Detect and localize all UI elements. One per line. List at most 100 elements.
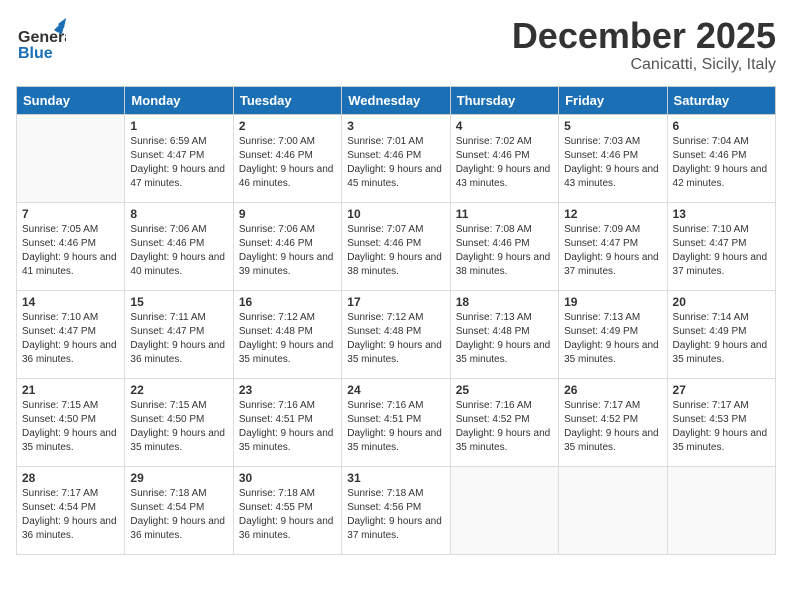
- day-number: 9: [239, 207, 336, 221]
- day-number: 25: [456, 383, 553, 397]
- day-number: 28: [22, 471, 119, 485]
- day-info: Sunrise: 7:17 AMSunset: 4:52 PMDaylight:…: [564, 399, 661, 455]
- day-number: 7: [22, 207, 119, 221]
- location: Canicatti, Sicily, Italy: [512, 56, 776, 74]
- day-info: Sunrise: 7:04 AMSunset: 4:46 PMDaylight:…: [673, 135, 770, 191]
- calendar-cell: 4 Sunrise: 7:02 AMSunset: 4:46 PMDaylight…: [450, 114, 558, 202]
- day-number: 12: [564, 207, 661, 221]
- calendar-cell: 8 Sunrise: 7:06 AMSunset: 4:46 PMDaylight…: [125, 202, 233, 290]
- calendar-body: 1 Sunrise: 6:59 AMSunset: 4:47 PMDaylight…: [17, 114, 776, 554]
- calendar-cell: 29 Sunrise: 7:18 AMSunset: 4:54 PMDayligh…: [125, 466, 233, 554]
- title-block: December 2025 Canicatti, Sicily, Italy: [512, 16, 776, 74]
- day-info: Sunrise: 7:16 AMSunset: 4:52 PMDaylight:…: [456, 399, 553, 455]
- day-info: Sunrise: 7:09 AMSunset: 4:47 PMDaylight:…: [564, 223, 661, 279]
- calendar-cell: 27Sunrise: 7:17 AMSunset: 4:53 PMDayligh…: [667, 378, 775, 466]
- day-info: Sunrise: 7:16 AMSunset: 4:51 PMDaylight:…: [239, 399, 336, 455]
- day-info: Sunrise: 7:06 AMSunset: 4:46 PMDaylight:…: [130, 223, 227, 279]
- day-info: Sunrise: 7:15 AMSunset: 4:50 PMDaylight:…: [130, 399, 227, 455]
- day-info: Sunrise: 7:01 AMSunset: 4:46 PMDaylight:…: [347, 135, 444, 191]
- calendar-cell: 28 Sunrise: 7:17 AMSunset: 4:54 PMDayligh…: [17, 466, 125, 554]
- day-info: Sunrise: 7:14 AMSunset: 4:49 PMDaylight:…: [673, 311, 770, 367]
- weekday-saturday: Saturday: [667, 86, 775, 114]
- weekday-header-row: SundayMondayTuesdayWednesdayThursdayFrid…: [17, 86, 776, 114]
- day-info: Sunrise: 7:17 AMSunset: 4:54 PMDaylight:…: [22, 487, 119, 543]
- day-info: Sunrise: 7:18 AMSunset: 4:56 PMDaylight:…: [347, 487, 444, 543]
- month-title: December 2025: [512, 16, 776, 56]
- day-info: Sunrise: 7:07 AMSunset: 4:46 PMDaylight:…: [347, 223, 444, 279]
- calendar-cell: 12 Sunrise: 7:09 AMSunset: 4:47 PMDayligh…: [559, 202, 667, 290]
- day-info: Sunrise: 7:06 AMSunset: 4:46 PMDaylight:…: [239, 223, 336, 279]
- calendar-cell: 5Sunrise: 7:03 AMSunset: 4:46 PMDaylight…: [559, 114, 667, 202]
- weekday-tuesday: Tuesday: [233, 86, 341, 114]
- weekday-friday: Friday: [559, 86, 667, 114]
- calendar-cell: 19Sunrise: 7:13 AMSunset: 4:49 PMDayligh…: [559, 290, 667, 378]
- day-info: Sunrise: 7:12 AMSunset: 4:48 PMDaylight:…: [239, 311, 336, 367]
- day-number: 29: [130, 471, 227, 485]
- calendar-cell: 25 Sunrise: 7:16 AMSunset: 4:52 PMDayligh…: [450, 378, 558, 466]
- day-number: 14: [22, 295, 119, 309]
- calendar-cell: 7 Sunrise: 7:05 AMSunset: 4:46 PMDaylight…: [17, 202, 125, 290]
- day-number: 19: [564, 295, 661, 309]
- day-info: Sunrise: 7:15 AMSunset: 4:50 PMDaylight:…: [22, 399, 119, 455]
- calendar-cell: 31 Sunrise: 7:18 AMSunset: 4:56 PMDayligh…: [342, 466, 450, 554]
- day-info: Sunrise: 7:10 AMSunset: 4:47 PMDaylight:…: [22, 311, 119, 367]
- calendar-week-4: 28 Sunrise: 7:17 AMSunset: 4:54 PMDayligh…: [17, 466, 776, 554]
- calendar-week-0: 1 Sunrise: 6:59 AMSunset: 4:47 PMDaylight…: [17, 114, 776, 202]
- day-number: 16: [239, 295, 336, 309]
- day-number: 8: [130, 207, 227, 221]
- day-info: Sunrise: 7:05 AMSunset: 4:46 PMDaylight:…: [22, 223, 119, 279]
- calendar-cell: 22 Sunrise: 7:15 AMSunset: 4:50 PMDayligh…: [125, 378, 233, 466]
- calendar-cell: 9 Sunrise: 7:06 AMSunset: 4:46 PMDaylight…: [233, 202, 341, 290]
- logo-icon: General Blue: [16, 16, 66, 66]
- calendar-cell: 24Sunrise: 7:16 AMSunset: 4:51 PMDayligh…: [342, 378, 450, 466]
- calendar-cell: 11Sunrise: 7:08 AMSunset: 4:46 PMDayligh…: [450, 202, 558, 290]
- day-number: 5: [564, 119, 661, 133]
- day-number: 30: [239, 471, 336, 485]
- day-info: Sunrise: 7:12 AMSunset: 4:48 PMDaylight:…: [347, 311, 444, 367]
- day-number: 11: [456, 207, 553, 221]
- day-number: 27: [673, 383, 770, 397]
- day-number: 21: [22, 383, 119, 397]
- day-number: 3: [347, 119, 444, 133]
- day-number: 26: [564, 383, 661, 397]
- logo: General Blue: [16, 16, 66, 66]
- calendar-cell: [667, 466, 775, 554]
- day-info: Sunrise: 7:10 AMSunset: 4:47 PMDaylight:…: [673, 223, 770, 279]
- weekday-monday: Monday: [125, 86, 233, 114]
- calendar-cell: 18Sunrise: 7:13 AMSunset: 4:48 PMDayligh…: [450, 290, 558, 378]
- calendar-cell: 2 Sunrise: 7:00 AMSunset: 4:46 PMDaylight…: [233, 114, 341, 202]
- calendar-cell: 1 Sunrise: 6:59 AMSunset: 4:47 PMDaylight…: [125, 114, 233, 202]
- day-info: Sunrise: 7:18 AMSunset: 4:55 PMDaylight:…: [239, 487, 336, 543]
- svg-text:Blue: Blue: [18, 45, 53, 62]
- day-number: 31: [347, 471, 444, 485]
- calendar-cell: 21 Sunrise: 7:15 AMSunset: 4:50 PMDayligh…: [17, 378, 125, 466]
- day-number: 10: [347, 207, 444, 221]
- day-info: Sunrise: 7:13 AMSunset: 4:48 PMDaylight:…: [456, 311, 553, 367]
- calendar-cell: 6Sunrise: 7:04 AMSunset: 4:46 PMDaylight…: [667, 114, 775, 202]
- calendar-cell: [17, 114, 125, 202]
- day-info: Sunrise: 7:00 AMSunset: 4:46 PMDaylight:…: [239, 135, 336, 191]
- calendar-cell: 14 Sunrise: 7:10 AMSunset: 4:47 PMDayligh…: [17, 290, 125, 378]
- day-info: Sunrise: 7:16 AMSunset: 4:51 PMDaylight:…: [347, 399, 444, 455]
- calendar-cell: [559, 466, 667, 554]
- day-number: 1: [130, 119, 227, 133]
- calendar-week-3: 21 Sunrise: 7:15 AMSunset: 4:50 PMDayligh…: [17, 378, 776, 466]
- calendar-cell: 30 Sunrise: 7:18 AMSunset: 4:55 PMDayligh…: [233, 466, 341, 554]
- day-number: 22: [130, 383, 227, 397]
- day-info: Sunrise: 7:18 AMSunset: 4:54 PMDaylight:…: [130, 487, 227, 543]
- day-number: 4: [456, 119, 553, 133]
- day-info: Sunrise: 7:02 AMSunset: 4:46 PMDaylight:…: [456, 135, 553, 191]
- page-header: General Blue December 2025 Canicatti, Si…: [16, 16, 776, 74]
- calendar-cell: 20Sunrise: 7:14 AMSunset: 4:49 PMDayligh…: [667, 290, 775, 378]
- calendar-cell: 10 Sunrise: 7:07 AMSunset: 4:46 PMDayligh…: [342, 202, 450, 290]
- day-number: 23: [239, 383, 336, 397]
- weekday-wednesday: Wednesday: [342, 86, 450, 114]
- day-number: 2: [239, 119, 336, 133]
- weekday-thursday: Thursday: [450, 86, 558, 114]
- day-info: Sunrise: 6:59 AMSunset: 4:47 PMDaylight:…: [130, 135, 227, 191]
- calendar-week-2: 14 Sunrise: 7:10 AMSunset: 4:47 PMDayligh…: [17, 290, 776, 378]
- day-number: 17: [347, 295, 444, 309]
- calendar-cell: 3 Sunrise: 7:01 AMSunset: 4:46 PMDaylight…: [342, 114, 450, 202]
- calendar-cell: 15Sunrise: 7:11 AMSunset: 4:47 PMDayligh…: [125, 290, 233, 378]
- day-info: Sunrise: 7:11 AMSunset: 4:47 PMDaylight:…: [130, 311, 227, 367]
